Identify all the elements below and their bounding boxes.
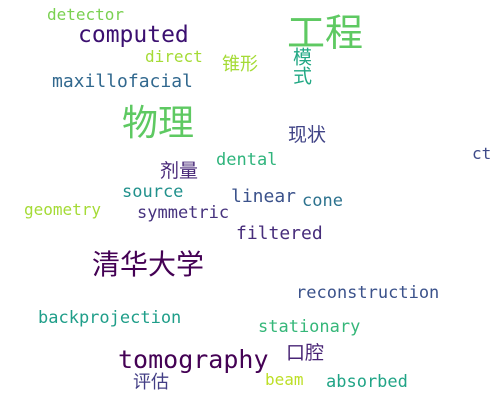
word-dental: dental	[216, 150, 278, 170]
word-mode: 模式	[290, 47, 312, 85]
word-tomography: tomography	[118, 345, 269, 374]
word-ct: ct	[472, 144, 492, 163]
word-cone: cone	[302, 191, 343, 211]
word-physics: 物理	[122, 103, 195, 144]
word-evaluation: 评估	[133, 372, 169, 393]
word-geometry: geometry	[24, 200, 102, 219]
word-oral: 口腔	[286, 342, 325, 364]
word-beam: beam	[265, 370, 304, 389]
word-cloud: detector computed 工程 direct 锥形 模式 maxill…	[0, 0, 500, 400]
word-computed: computed	[78, 22, 189, 48]
word-absorbed: absorbed	[326, 372, 408, 392]
word-filtered: filtered	[236, 223, 323, 244]
word-direct: direct	[145, 47, 203, 66]
word-maxillofacial: maxillofacial	[52, 71, 193, 92]
word-source: source	[122, 182, 184, 202]
word-cone-shaped: 锥形	[222, 54, 258, 75]
word-reconstruction: reconstruction	[296, 283, 440, 303]
word-stationary: stationary	[258, 317, 361, 337]
word-backprojection: backprojection	[38, 308, 182, 328]
word-detector: detector	[47, 5, 125, 24]
word-current-status: 现状	[288, 124, 327, 146]
word-tsinghua: 清华大学	[92, 248, 205, 281]
word-dose: 剂量	[160, 160, 199, 182]
word-linear: linear	[231, 186, 297, 207]
word-symmetric: symmetric	[137, 203, 230, 223]
